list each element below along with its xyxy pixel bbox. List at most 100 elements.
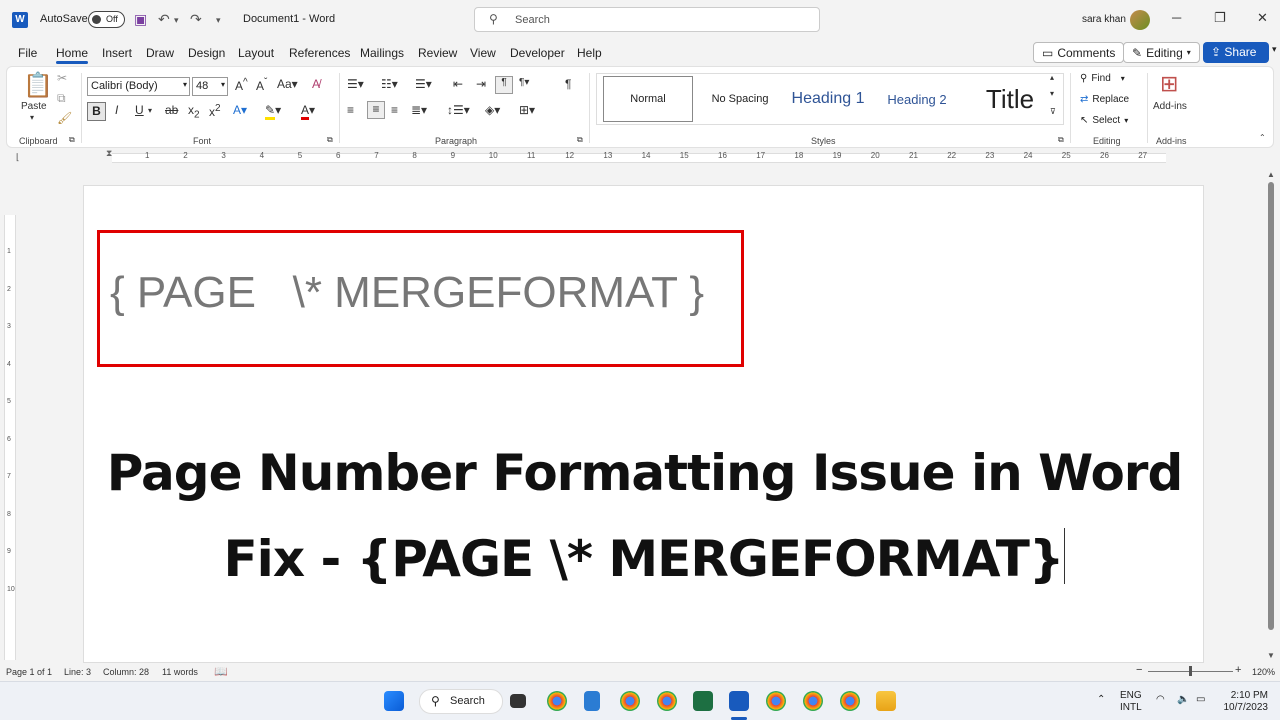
tab-selector-icon[interactable]: ⌊ bbox=[16, 152, 20, 163]
file-explorer-icon[interactable] bbox=[876, 691, 896, 711]
chrome-profile-icon[interactable] bbox=[803, 691, 823, 711]
user-name[interactable]: sara khan bbox=[1082, 14, 1126, 25]
chevron-up-icon[interactable]: ⌃ bbox=[1097, 694, 1105, 706]
collapse-ribbon-icon[interactable]: ⌃ bbox=[1259, 133, 1266, 142]
clear-formatting-icon[interactable]: A̸ bbox=[312, 77, 320, 91]
grow-font-icon[interactable]: A^ bbox=[235, 77, 248, 93]
share-dropdown-icon[interactable]: ▾ bbox=[1272, 44, 1277, 55]
document-page[interactable]: { PAGE \* MERGEFORMAT } Page Number Form… bbox=[83, 185, 1204, 663]
tab-review[interactable]: Review bbox=[418, 46, 457, 60]
chrome-profile-icon[interactable] bbox=[840, 691, 860, 711]
headline-line-2[interactable]: Fix - {PAGE \* MERGEFORMAT} bbox=[84, 528, 1205, 588]
start-icon[interactable] bbox=[384, 691, 404, 711]
justify-icon[interactable]: ≣▾ bbox=[411, 103, 427, 117]
battery-icon[interactable]: ▭ bbox=[1196, 694, 1205, 706]
underline-dropdown-icon[interactable]: ▾ bbox=[148, 106, 152, 115]
paste-icon[interactable]: 📋 bbox=[23, 71, 53, 100]
select-button[interactable]: ↖ Select ▾ bbox=[1080, 115, 1128, 126]
align-right-icon[interactable]: ≡ bbox=[391, 103, 398, 117]
style-no-spacing[interactable]: No Spacing bbox=[697, 74, 783, 124]
paste-dropdown-icon[interactable]: ▾ bbox=[30, 113, 34, 122]
shrink-font-icon[interactable]: Aˇ bbox=[256, 77, 267, 93]
volume-icon[interactable]: 🔈 bbox=[1177, 694, 1189, 706]
redo-icon[interactable]: ↷ bbox=[190, 11, 202, 28]
styles-launcher-icon[interactable]: ⧉ bbox=[1058, 135, 1064, 145]
language-indicator[interactable]: ENG INTL bbox=[1120, 690, 1142, 714]
multilevel-list-icon[interactable]: ☰▾ bbox=[415, 77, 432, 91]
excel-icon[interactable] bbox=[693, 691, 713, 711]
scroll-up-icon[interactable]: ▲ bbox=[1267, 170, 1275, 179]
shading-icon[interactable]: ◈▾ bbox=[485, 103, 500, 117]
superscript-icon[interactable]: x2 bbox=[209, 103, 221, 119]
close-icon[interactable]: ✕ bbox=[1257, 10, 1268, 26]
font-size-box[interactable]: 48 ▾ bbox=[192, 77, 228, 96]
font-launcher-icon[interactable]: ⧉ bbox=[327, 135, 333, 145]
tab-home[interactable]: Home bbox=[56, 46, 89, 64]
tab-insert[interactable]: Insert bbox=[102, 46, 132, 60]
tab-developer[interactable]: Developer bbox=[510, 46, 565, 60]
highlight-icon[interactable]: ✎▾ bbox=[265, 103, 281, 120]
comments-button[interactable]: ▭ Comments bbox=[1033, 42, 1125, 63]
paragraph-launcher-icon[interactable]: ⧉ bbox=[577, 135, 583, 145]
tab-view[interactable]: View bbox=[470, 46, 496, 60]
zoom-in-icon[interactable]: + bbox=[1235, 664, 1241, 676]
add-ins-icon[interactable]: ⊞ bbox=[1160, 71, 1178, 97]
subscript-icon[interactable]: x2 bbox=[188, 103, 200, 120]
rtl-direction-icon[interactable]: ¶▾ bbox=[519, 77, 529, 88]
align-left-icon[interactable]: ≡ bbox=[347, 103, 354, 117]
chrome-profile-icon[interactable] bbox=[620, 691, 640, 711]
styles-more-icon[interactable]: ⊽ bbox=[1050, 107, 1056, 116]
headline-line-1[interactable]: Page Number Formatting Issue in Word bbox=[84, 444, 1205, 502]
tab-mailings[interactable]: Mailings bbox=[360, 46, 404, 60]
clock[interactable]: 2:10 PM 10/7/2023 bbox=[1220, 690, 1269, 714]
styles-scroll-down-icon[interactable]: ▾ bbox=[1050, 89, 1054, 98]
styles-scroll-up-icon[interactable]: ▴ bbox=[1050, 73, 1054, 82]
increase-indent-icon[interactable]: ⇥ bbox=[476, 77, 486, 91]
underline-icon[interactable]: U bbox=[135, 103, 144, 117]
avatar[interactable] bbox=[1130, 10, 1150, 30]
show-formatting-icon[interactable]: ¶ bbox=[565, 77, 571, 91]
chrome-profile-icon[interactable] bbox=[766, 691, 786, 711]
tab-references[interactable]: References bbox=[289, 46, 350, 60]
tab-file[interactable]: File bbox=[18, 46, 37, 60]
field-code-text[interactable]: { PAGE \* MERGEFORMAT } bbox=[110, 268, 704, 318]
paste-label[interactable]: Paste bbox=[21, 101, 47, 112]
chrome-profile-icon[interactable] bbox=[657, 691, 677, 711]
copy-icon[interactable]: ⧉ bbox=[57, 91, 66, 106]
zoom-level[interactable]: 120% bbox=[1252, 667, 1275, 677]
autosave-toggle[interactable]: Off bbox=[88, 11, 125, 28]
indent-marker-icon[interactable]: ⧗ bbox=[106, 148, 112, 159]
style-heading-2[interactable]: Heading 2 bbox=[877, 74, 957, 124]
undo-icon[interactable]: ↶ bbox=[158, 11, 170, 28]
decrease-indent-icon[interactable]: ⇤ bbox=[453, 77, 463, 91]
tab-layout[interactable]: Layout bbox=[238, 46, 274, 60]
replace-button[interactable]: ⇄ Replace bbox=[1080, 94, 1129, 105]
scrollbar-thumb[interactable] bbox=[1268, 182, 1274, 630]
tab-help[interactable]: Help bbox=[577, 46, 602, 60]
share-button[interactable]: ⇪ Share bbox=[1203, 42, 1269, 63]
font-name-box[interactable]: Calibri (Body) ▾ bbox=[87, 77, 190, 96]
clipboard-launcher-icon[interactable]: ⧉ bbox=[69, 135, 75, 145]
zoom-slider-handle[interactable] bbox=[1189, 666, 1192, 676]
ltr-direction-icon[interactable]: ¶ bbox=[495, 76, 513, 94]
line-spacing-icon[interactable]: ↕☰▾ bbox=[447, 103, 470, 117]
font-color-icon[interactable]: A▾ bbox=[301, 103, 315, 120]
word-count[interactable]: 11 words bbox=[162, 667, 198, 677]
tab-design[interactable]: Design bbox=[188, 46, 225, 60]
tab-draw[interactable]: Draw bbox=[146, 46, 174, 60]
find-button[interactable]: ⚲ Find ▾ bbox=[1080, 73, 1125, 84]
editing-mode-button[interactable]: ✎ Editing ▾ bbox=[1123, 42, 1200, 63]
taskbar-search[interactable]: ⚲ Search bbox=[419, 689, 503, 714]
style-heading-1[interactable]: Heading 1 bbox=[783, 74, 873, 124]
strikethrough-icon[interactable]: ab bbox=[165, 103, 178, 117]
vertical-scrollbar[interactable]: ▲ ▼ bbox=[1266, 170, 1276, 660]
chrome-icon[interactable] bbox=[547, 691, 567, 711]
style-title[interactable]: Title bbox=[967, 74, 1053, 124]
minimize-icon[interactable]: ─ bbox=[1172, 10, 1181, 25]
align-center-icon[interactable]: ≡ bbox=[367, 101, 385, 119]
page-count[interactable]: Page 1 of 1 bbox=[6, 667, 52, 677]
bold-button[interactable]: B bbox=[87, 102, 106, 121]
text-effects-icon[interactable]: A▾ bbox=[233, 103, 247, 117]
wifi-icon[interactable]: ◠ bbox=[1156, 694, 1165, 706]
save-icon[interactable]: ▣ bbox=[134, 11, 147, 28]
